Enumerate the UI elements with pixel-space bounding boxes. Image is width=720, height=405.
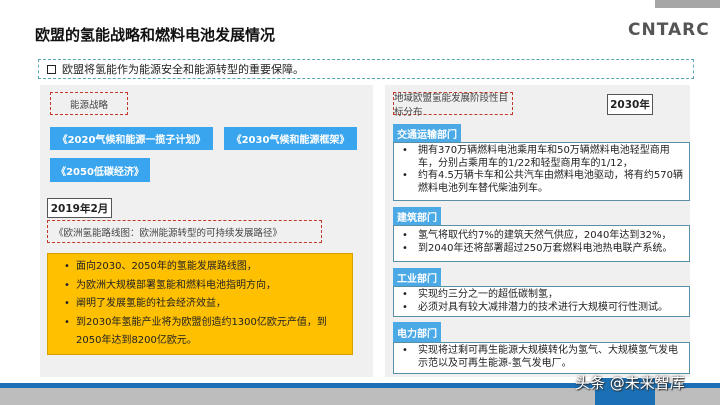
catarc-logo: CNTARC xyxy=(628,20,710,40)
square-bullet-icon xyxy=(47,64,56,74)
sector-item: 约有4.5万辆卡车和公共汽车由燃料电池驱动，将有约570辆燃料电池列车替代柴油列… xyxy=(402,170,683,195)
sector-power-box: 实现将过剩可再生能源大规模转化为氢气、大规模氢气发电示范以及可再生能源-氢气发电… xyxy=(393,342,690,374)
targets-label: 地域欧盟氢能发展阶段性目标分布 xyxy=(393,92,513,118)
sector-transport-box: 拥有370万辆燃料电池乘用车和50万辆燃料电池轻型商用车，分别占乘用车的1/22… xyxy=(393,142,690,201)
sector-item: 必须对具有较大减排潜力的技术进行大规模可行性测试。 xyxy=(402,302,683,315)
sector-industry-box: 实现约三分之一的超低碳制氢， 必须对具有较大减排潜力的技术进行大规模可行性测试。 xyxy=(393,286,690,317)
year-label: 2030年 xyxy=(607,94,653,115)
roadmap-summary: 面向2030、2050年的氢能发展路线图， 为欧洲大规模部署氢能和燃料电池指明方… xyxy=(47,253,353,355)
sector-item: 实现约三分之一的超低碳制氢， xyxy=(402,289,683,302)
summary-item: 面向2030、2050年的氢能发展路线图， xyxy=(64,258,342,277)
sector-power-header: 电力部门 xyxy=(393,322,441,342)
sector-industry-header: 工业部门 xyxy=(393,268,441,286)
energy-strategy-label: 能源战略 xyxy=(50,92,128,115)
page-title: 欧盟的氢能战略和燃料电池发展情况 xyxy=(35,26,276,44)
top-note: 欧盟将氢能作为能源安全和能源转型的重要保障。 xyxy=(38,59,694,79)
logo-bar xyxy=(655,0,720,8)
sector-item: 氢气将取代约7%的建筑天然气供应，2040年达到32%， xyxy=(402,230,683,243)
sector-transport-header: 交通运输部门 xyxy=(393,124,461,142)
summary-item: 到2030年氢能产业将为欧盟创造约1300亿欧元产值，到2050年达到8200亿… xyxy=(64,314,342,351)
plan-2020-button[interactable]: 《2020气候和能源一揽子计划》 xyxy=(50,127,213,150)
summary-item: 为欧洲大规模部署氢能和燃料电池指明方向， xyxy=(64,277,342,296)
sector-building-box: 氢气将取代约7%的建筑天然气供应，2040年达到32%， 到2040年还将部署超… xyxy=(393,225,690,262)
sector-item: 到2040年还将部署超过250万套燃料电池热电联产系统。 xyxy=(402,243,683,256)
top-note-text: 欧盟将氢能作为能源安全和能源转型的重要保障。 xyxy=(62,63,304,76)
sector-building-header: 建筑部门 xyxy=(393,207,441,225)
date-label: 2019年2月 xyxy=(47,198,112,218)
plan-2050-button[interactable]: 《2050低碳经济》 xyxy=(50,158,150,182)
watermark: 头条 @未来智库 xyxy=(575,374,685,392)
sector-item: 实现将过剩可再生能源大规模转化为氢气、大规模氢气发电示范以及可再生能源-氢气发电… xyxy=(402,345,683,370)
roadmap-title: 《欧洲氢能路线图：欧洲能源转型的可持续发展路径》 xyxy=(47,220,322,243)
summary-item: 阐明了发展氢能的社会经济效益， xyxy=(64,295,342,314)
sector-item: 拥有370万辆燃料电池乘用车和50万辆燃料电池轻型商用车，分别占乘用车的1/22… xyxy=(402,145,683,170)
plan-2030-button[interactable]: 《2030气候和能源框架》 xyxy=(224,127,357,150)
